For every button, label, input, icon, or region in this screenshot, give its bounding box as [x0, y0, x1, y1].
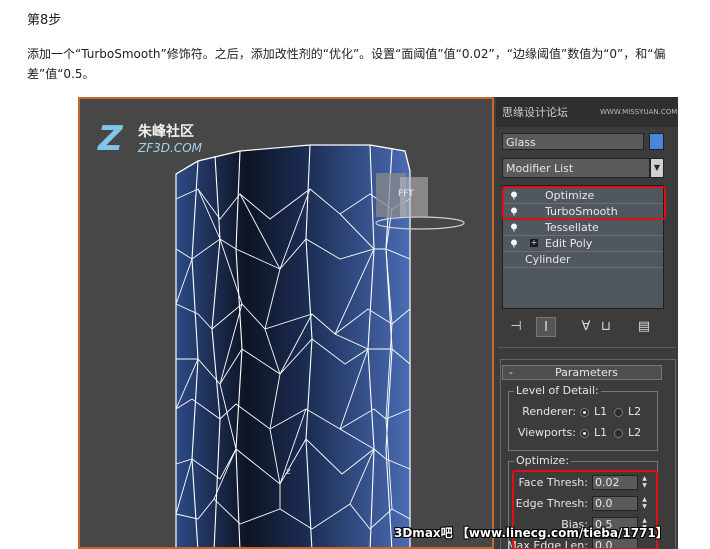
highlight-box-modifiers — [502, 186, 666, 220]
lightbulb-icon[interactable] — [510, 239, 518, 248]
perspective-viewport[interactable]: FFT z Z 朱峰社区 ZF3D.COM — [78, 97, 494, 549]
object-color-swatch[interactable] — [649, 133, 664, 150]
renderer-l2-radio[interactable] — [614, 408, 623, 417]
gizmo-label: FFT — [398, 189, 414, 199]
watermark-bottom: 3Dmax吧 【www.linecg.com/tieba/1771】 — [394, 526, 668, 540]
watermark-top-small: WWW.MISSYUAN.COM — [600, 108, 678, 116]
renderer-l1-label: L1 — [594, 405, 608, 418]
viewports-l2-radio[interactable] — [614, 429, 623, 438]
wireframe-cylinder — [175, 144, 465, 547]
logo-text-en: ZF3D.COM — [138, 141, 202, 155]
pin-stack-icon[interactable]: ⊣ — [506, 317, 526, 337]
collapse-minus-icon: - — [509, 366, 513, 379]
lod-group — [508, 391, 658, 451]
parameters-rollout-header[interactable]: - Parameters — [502, 365, 662, 380]
axis-label: z — [286, 467, 291, 477]
object-name-field[interactable]: Glass — [502, 133, 644, 150]
stack-item-label: Edit Poly — [545, 237, 593, 250]
modifier-list-dropdown[interactable]: Modifier List — [502, 158, 650, 178]
rollout-title: Parameters — [555, 366, 618, 379]
stack-item-edit-poly[interactable]: + Edit Poly — [503, 236, 663, 252]
viewports-label: Viewports: — [517, 426, 576, 439]
renderer-l2-label: L2 — [628, 405, 642, 418]
configure-sets-icon[interactable]: ▤ — [634, 317, 654, 337]
zf3d-logo-icon: Z — [98, 119, 123, 159]
step-description: 添加一个“TurboSmooth”修饰符。之后，添加改性剂的“优化”。设置“面阈… — [27, 47, 666, 81]
viewports-l2-label: L2 — [628, 426, 642, 439]
step-title: 第8步 — [27, 13, 62, 28]
max-screenshot: FFT z Z 朱峰社区 ZF3D.COM 思缘设计论坛 WWW.MISSYUA… — [78, 97, 678, 549]
dropdown-arrow-icon[interactable]: ▼ — [650, 158, 664, 178]
optimize-group-title: Optimize: — [514, 454, 572, 467]
stack-item-tessellate[interactable]: Tessellate — [503, 220, 663, 236]
panel-tab-bar: 思缘设计论坛 WWW.MISSYUAN.COM — [496, 97, 678, 127]
stack-item-label: Cylinder — [525, 253, 571, 266]
watermark-top: 思缘设计论坛 — [502, 106, 568, 119]
stack-item-label: Tessellate — [545, 221, 599, 234]
logo-text-cn: 朱峰社区 — [138, 124, 194, 140]
divider — [498, 347, 676, 348]
remove-modifier-icon[interactable]: ⊔ — [596, 317, 616, 337]
show-end-result-icon[interactable]: Ⅰ — [536, 317, 556, 337]
make-unique-icon[interactable]: ∀ — [576, 317, 596, 337]
lightbulb-icon[interactable] — [510, 223, 518, 232]
stack-toolbar: ⊣ Ⅰ ∀ ⊔ ▤ — [500, 315, 670, 339]
viewports-l1-label: L1 — [594, 426, 608, 439]
viewports-l1-radio[interactable] — [580, 429, 589, 438]
renderer-label: Renderer: — [522, 405, 576, 418]
renderer-l1-radio[interactable] — [580, 408, 589, 417]
expand-plus-icon[interactable]: + — [530, 239, 538, 247]
command-panel: 思缘设计论坛 WWW.MISSYUAN.COM Glass Modifier L… — [496, 97, 678, 549]
lod-group-title: Level of Detail: — [514, 384, 601, 397]
stack-item-cylinder[interactable]: Cylinder — [503, 252, 663, 268]
